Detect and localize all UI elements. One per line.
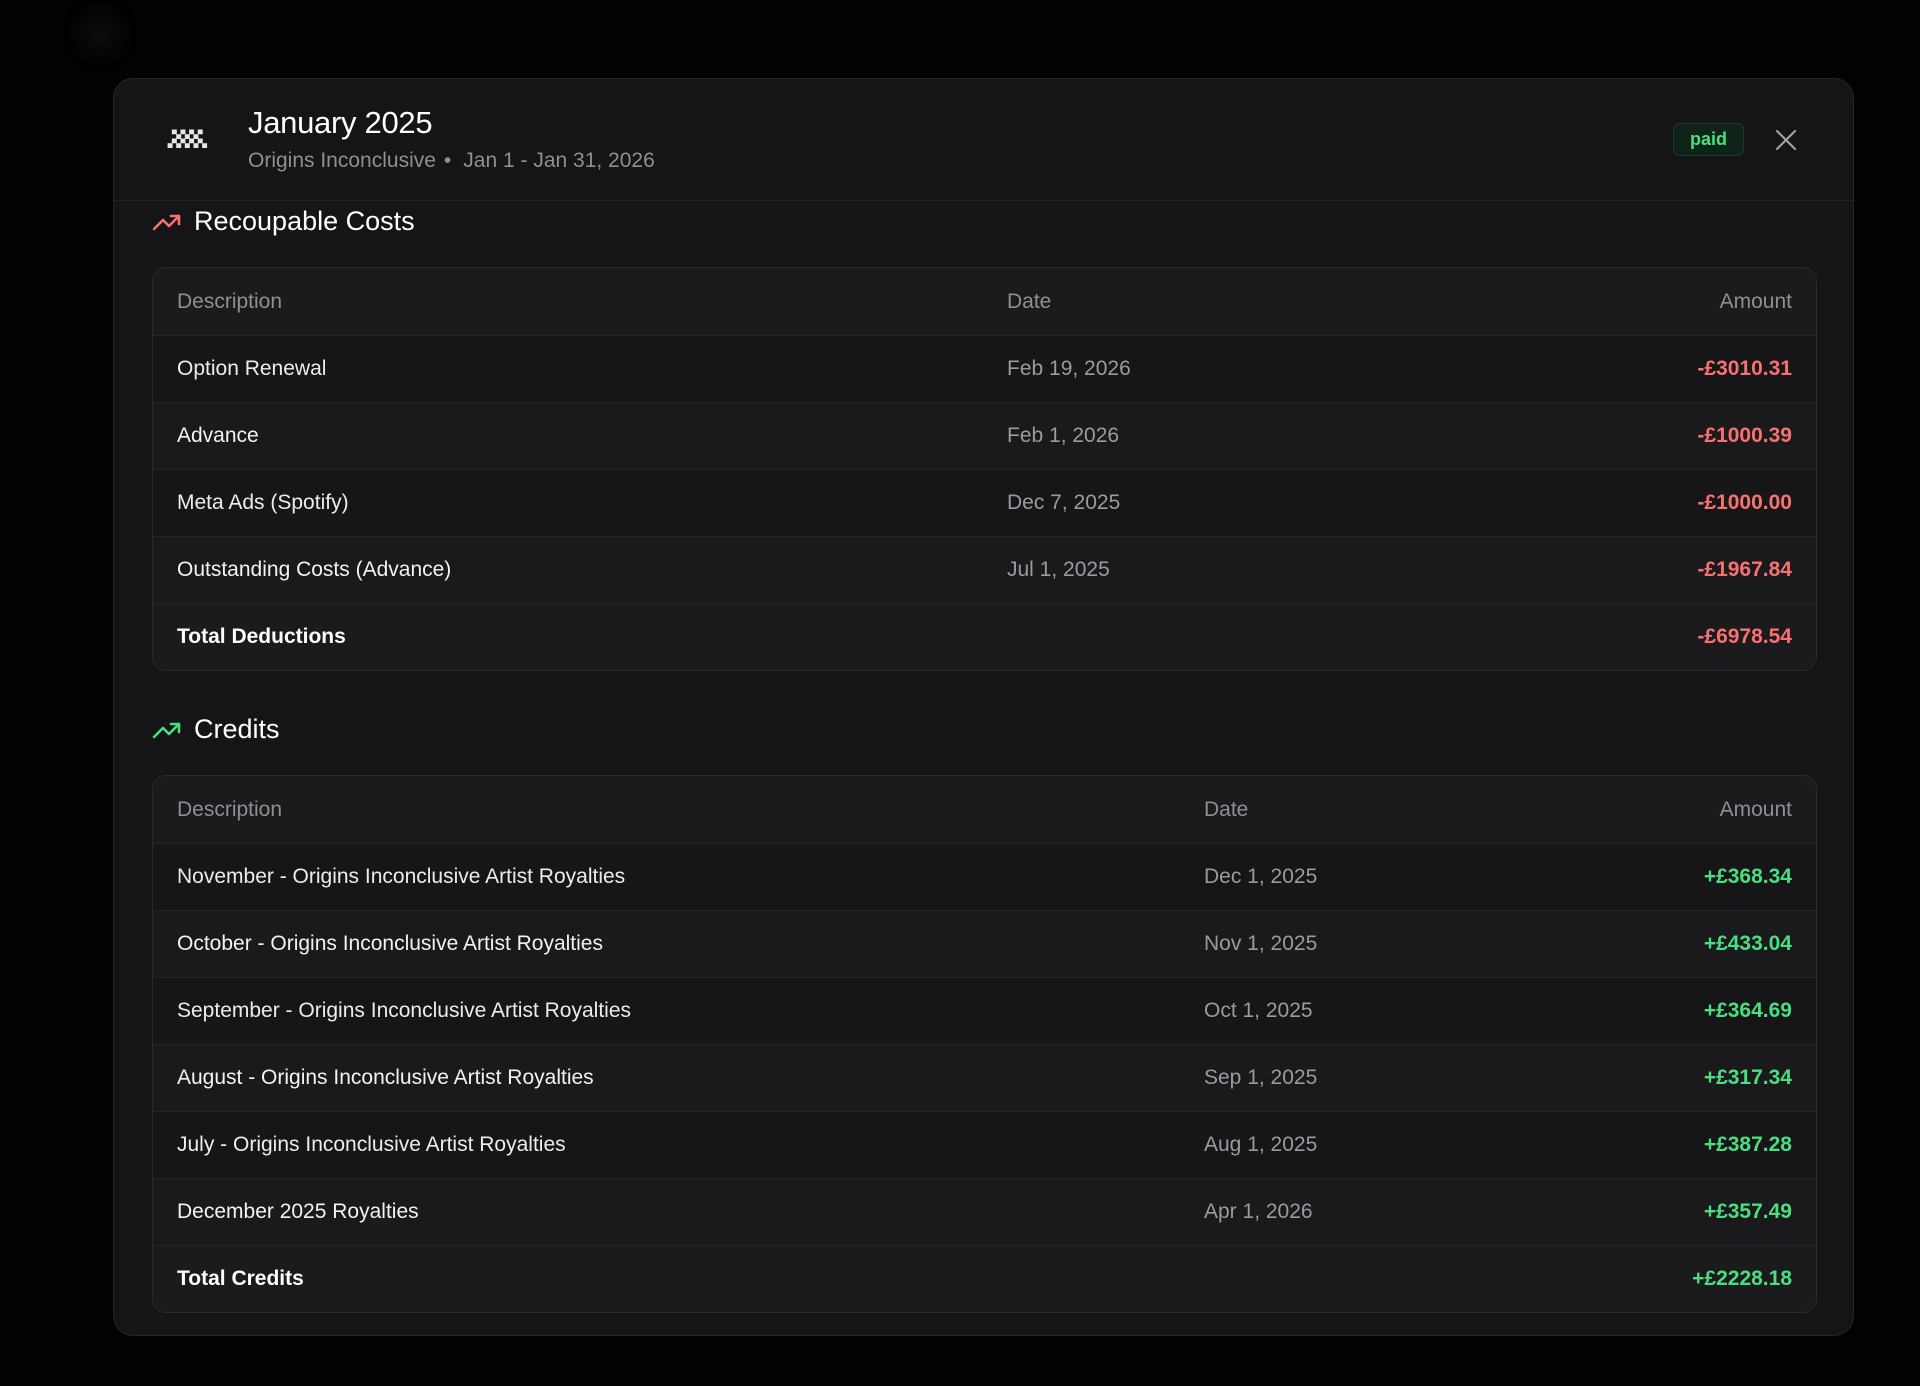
row-amount: +£364.69 [1703,999,1792,1022]
row-description: August - Origins Inconclusive Artist Roy… [177,1066,594,1089]
row-description: November - Origins Inconclusive Artist R… [177,865,626,888]
row-amount: +£357.49 [1703,1200,1792,1223]
total-amount: +£2228.18 [1692,1267,1792,1290]
total-amount: -£6978.54 [1697,625,1792,648]
column-header-date: Date [1007,289,1052,313]
row-date: Oct 1, 2025 [1204,999,1313,1022]
row-description: Outstanding Costs (Advance) [177,558,452,581]
table-row[interactable]: Advance Feb 1, 2026 -£1000.39 [153,402,1816,469]
table-row[interactable]: October - Origins Inconclusive Artist Ro… [153,910,1816,977]
credits-section-title: Credits [152,714,280,745]
total-row: Total Deductions -£6978.54 [153,603,1816,670]
statement-title: January 2025 [248,105,433,140]
row-date: Feb 1, 2026 [1007,424,1120,447]
column-header-amount: Amount [1719,289,1792,313]
row-date: Dec 1, 2025 [1204,865,1318,888]
table-header-row: Description Date Amount [153,776,1816,843]
row-date: Feb 19, 2026 [1007,357,1131,380]
row-date: Dec 7, 2025 [1007,491,1121,514]
statement-period: Jan 1 - Jan 31, 2026 [463,149,655,172]
statement-modal: ▀▄▀▄▀▄▀ ▄▀▄▀▄▀▄▀▄ January 2025 Origins In… [113,78,1854,1336]
row-description: Advance [177,424,259,447]
row-description: July - Origins Inconclusive Artist Royal… [177,1133,566,1156]
row-amount: -£1000.00 [1697,491,1792,514]
status-badge: paid [1673,123,1745,156]
total-label: Total Deductions [177,625,346,648]
recoupable-section-title: Recoupable Costs [152,206,415,237]
credits-table: Description Date Amount November - Origi… [152,775,1817,1313]
table-row[interactable]: Outstanding Costs (Advance) Jul 1, 2025 … [153,536,1816,603]
trending-up-icon [152,214,181,230]
row-description: October - Origins Inconclusive Artist Ro… [177,932,603,955]
total-row: Total Credits +£2228.18 [153,1245,1816,1312]
row-amount: +£317.34 [1703,1066,1792,1089]
table-row[interactable]: December 2025 Royalties Apr 1, 2026 +£35… [153,1178,1816,1245]
close-button[interactable] [1769,123,1803,157]
total-label: Total Credits [177,1267,304,1290]
close-icon [1775,129,1797,151]
column-header-description: Description [177,289,283,313]
separator-dot: • [443,149,452,172]
recoupable-table: Description Date Amount Option Renewal F… [152,267,1817,671]
row-amount: +£387.28 [1703,1133,1792,1156]
artist-logo: ▀▄▀▄▀▄▀ ▄▀▄▀▄▀▄▀▄ [167,130,207,148]
row-amount: +£433.04 [1703,932,1792,955]
row-date: Sep 1, 2025 [1204,1066,1318,1089]
column-header-description: Description [177,797,283,821]
table-row[interactable]: July - Origins Inconclusive Artist Royal… [153,1111,1816,1178]
row-description: December 2025 Royalties [177,1200,419,1223]
table-row[interactable]: September - Origins Inconclusive Artist … [153,977,1816,1044]
row-amount: +£368.34 [1703,865,1792,888]
table-row[interactable]: August - Origins Inconclusive Artist Roy… [153,1044,1816,1111]
row-description: September - Origins Inconclusive Artist … [177,999,632,1022]
table-row[interactable]: Meta Ads (Spotify) Dec 7, 2025 -£1000.00 [153,469,1816,536]
column-header-date: Date [1204,797,1249,821]
row-amount: -£1000.39 [1697,424,1792,447]
modal-header: ▀▄▀▄▀▄▀ ▄▀▄▀▄▀▄▀▄ January 2025 Origins In… [114,79,1853,201]
row-date: Nov 1, 2025 [1204,932,1318,955]
column-header-amount: Amount [1719,797,1792,821]
table-row[interactable]: Option Renewal Feb 19, 2026 -£3010.31 [153,335,1816,402]
row-date: Apr 1, 2026 [1204,1200,1313,1223]
statement-subtitle: Origins Inconclusive • Jan 1 - Jan 31, 2… [248,149,655,173]
row-amount: -£3010.31 [1697,357,1792,380]
credits-title-text: Credits [194,714,280,744]
row-description: Meta Ads (Spotify) [177,491,349,514]
table-header-row: Description Date Amount [153,268,1816,335]
row-date: Aug 1, 2025 [1204,1133,1318,1156]
row-description: Option Renewal [177,357,327,380]
trending-up-icon [152,722,181,738]
background-blur [80,14,120,54]
row-amount: -£1967.84 [1697,558,1792,581]
recoupable-title-text: Recoupable Costs [194,206,415,236]
row-date: Jul 1, 2025 [1007,558,1110,581]
table-row[interactable]: November - Origins Inconclusive Artist R… [153,843,1816,910]
artist-name: Origins Inconclusive [248,149,436,172]
